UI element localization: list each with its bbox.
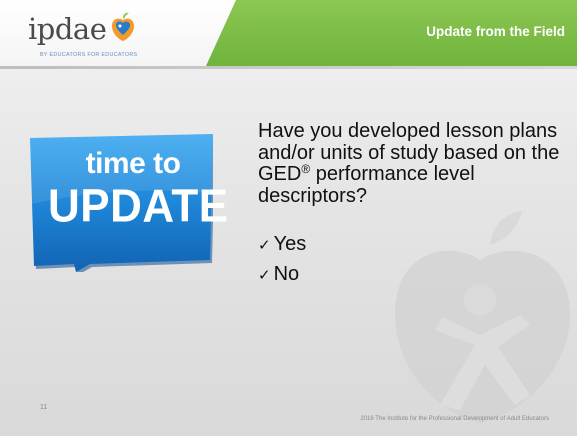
option-no-label: No bbox=[273, 263, 300, 285]
question-text: Have you developed lesson plans and/or u… bbox=[258, 120, 568, 207]
header-divider bbox=[0, 66, 577, 69]
option-yes: ✓ Yes bbox=[258, 232, 306, 262]
answer-options: ✓ Yes ✓ No bbox=[258, 232, 306, 292]
logo-text: ipdae bbox=[28, 12, 107, 46]
section-title: Update from the Field bbox=[426, 24, 565, 39]
copyright-footer: 2016 The Institute for the Professional … bbox=[360, 416, 549, 422]
badge-line1: time to bbox=[85, 147, 181, 180]
apple-heart-logo-icon bbox=[112, 12, 134, 41]
checkmark-icon: ✓ bbox=[258, 266, 271, 284]
checkmark-icon: ✓ bbox=[258, 236, 271, 254]
option-no: ✓ No bbox=[258, 262, 306, 292]
badge-line2: UPDATE bbox=[48, 180, 229, 233]
apple-watermark-icon bbox=[395, 211, 570, 423]
page-number: 11 bbox=[40, 404, 48, 411]
header-bar: Update from the Field ipdae BY EDUCATORS… bbox=[0, 0, 577, 66]
registered-mark: ® bbox=[301, 162, 311, 176]
logo-tagline: BY EDUCATORS FOR EDUCATORS bbox=[40, 52, 138, 58]
slide: Update from the Field ipdae BY EDUCATORS… bbox=[0, 0, 577, 436]
option-yes-label: Yes bbox=[273, 233, 307, 255]
